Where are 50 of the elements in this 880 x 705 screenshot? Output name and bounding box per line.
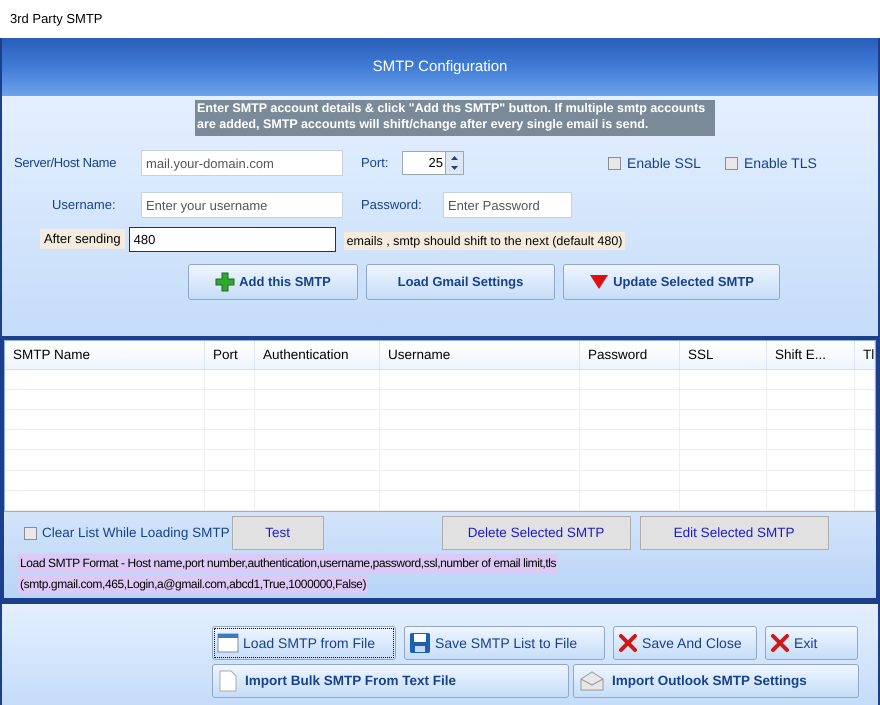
checkbox[interactable] (608, 156, 621, 170)
column-header[interactable]: Port (205, 341, 255, 369)
field-label: Password: (361, 196, 423, 214)
limit-hint: emails , smtp should shift to the next (default 480) (344, 232, 626, 250)
action-button[interactable]: Load Gmail Settings (366, 264, 555, 300)
list-button[interactable]: Test (232, 516, 324, 550)
page-icon (219, 670, 237, 692)
field-label: After sending (40, 229, 125, 249)
envelope-icon (580, 671, 604, 691)
username-field[interactable]: Enter your username (141, 192, 343, 218)
column-header[interactable]: Password (580, 341, 680, 369)
notice-text: Enter SMTP account details & click "Add ths SMTP" button. If multiple smtp accounts are added, SMTP accounts will shift/change after every single email is send. (195, 100, 715, 136)
header-title: SMTP Configuration (372, 56, 508, 77)
column-header[interactable]: Authentication (255, 341, 380, 369)
cross-icon (770, 633, 790, 653)
action-button[interactable]: Add this SMTP (188, 264, 358, 300)
cross-icon (618, 633, 638, 653)
password-field[interactable]: Enter Password (443, 192, 572, 218)
list-button[interactable]: Delete Selected SMTP (442, 516, 631, 550)
format-hint: (smtp.gmail.com,465,Login,a@gmail.com,abcd1,True,1000000,False) (18, 575, 368, 594)
column-header[interactable]: Shift E... (767, 341, 855, 369)
footer-button[interactable]: Load SMTP from File (212, 626, 396, 660)
field-label: Server/Host Name (13, 154, 118, 172)
column-header[interactable]: SSL (680, 341, 767, 369)
column-header[interactable]: SMTP Name (5, 341, 205, 369)
import-button[interactable]: Import Bulk SMTP From Text File (212, 664, 569, 698)
server-field[interactable]: mail.your-domain.com (141, 150, 343, 176)
triangle-down-icon (589, 274, 610, 290)
checkbox[interactable] (24, 526, 37, 540)
window-title: 3rd Party SMTP (10, 10, 102, 28)
port-spinner[interactable]: 25 (402, 151, 464, 175)
email-limit-field[interactable]: 480 (128, 226, 336, 252)
column-header[interactable]: Username (380, 341, 580, 369)
field-label: Port: (361, 154, 390, 172)
action-button[interactable]: Update Selected SMTP (563, 264, 780, 300)
checkbox-label: Clear List While Loading SMTP (42, 524, 230, 542)
import-button[interactable]: Import Outlook SMTP Settings (573, 664, 859, 698)
field-label: Username: (51, 196, 117, 214)
checkbox-label: Enable SSL (627, 154, 701, 172)
plus-icon (215, 272, 236, 292)
port-value: 25 (428, 154, 444, 172)
format-hint: Load SMTP Format - Host name,port number,authentication,username,password,ssl,number of email limit,tls (18, 554, 558, 573)
window-icon (217, 633, 239, 653)
column-header[interactable]: Tl (855, 341, 875, 369)
checkbox-label: Enable TLS (744, 154, 817, 172)
footer-button[interactable]: Save And Close (613, 626, 757, 660)
checkbox[interactable] (724, 156, 738, 170)
footer-button[interactable]: Save SMTP List to File (404, 626, 605, 660)
list-button[interactable]: Edit Selected SMTP (640, 516, 829, 550)
footer-button[interactable]: Exit (765, 626, 858, 660)
